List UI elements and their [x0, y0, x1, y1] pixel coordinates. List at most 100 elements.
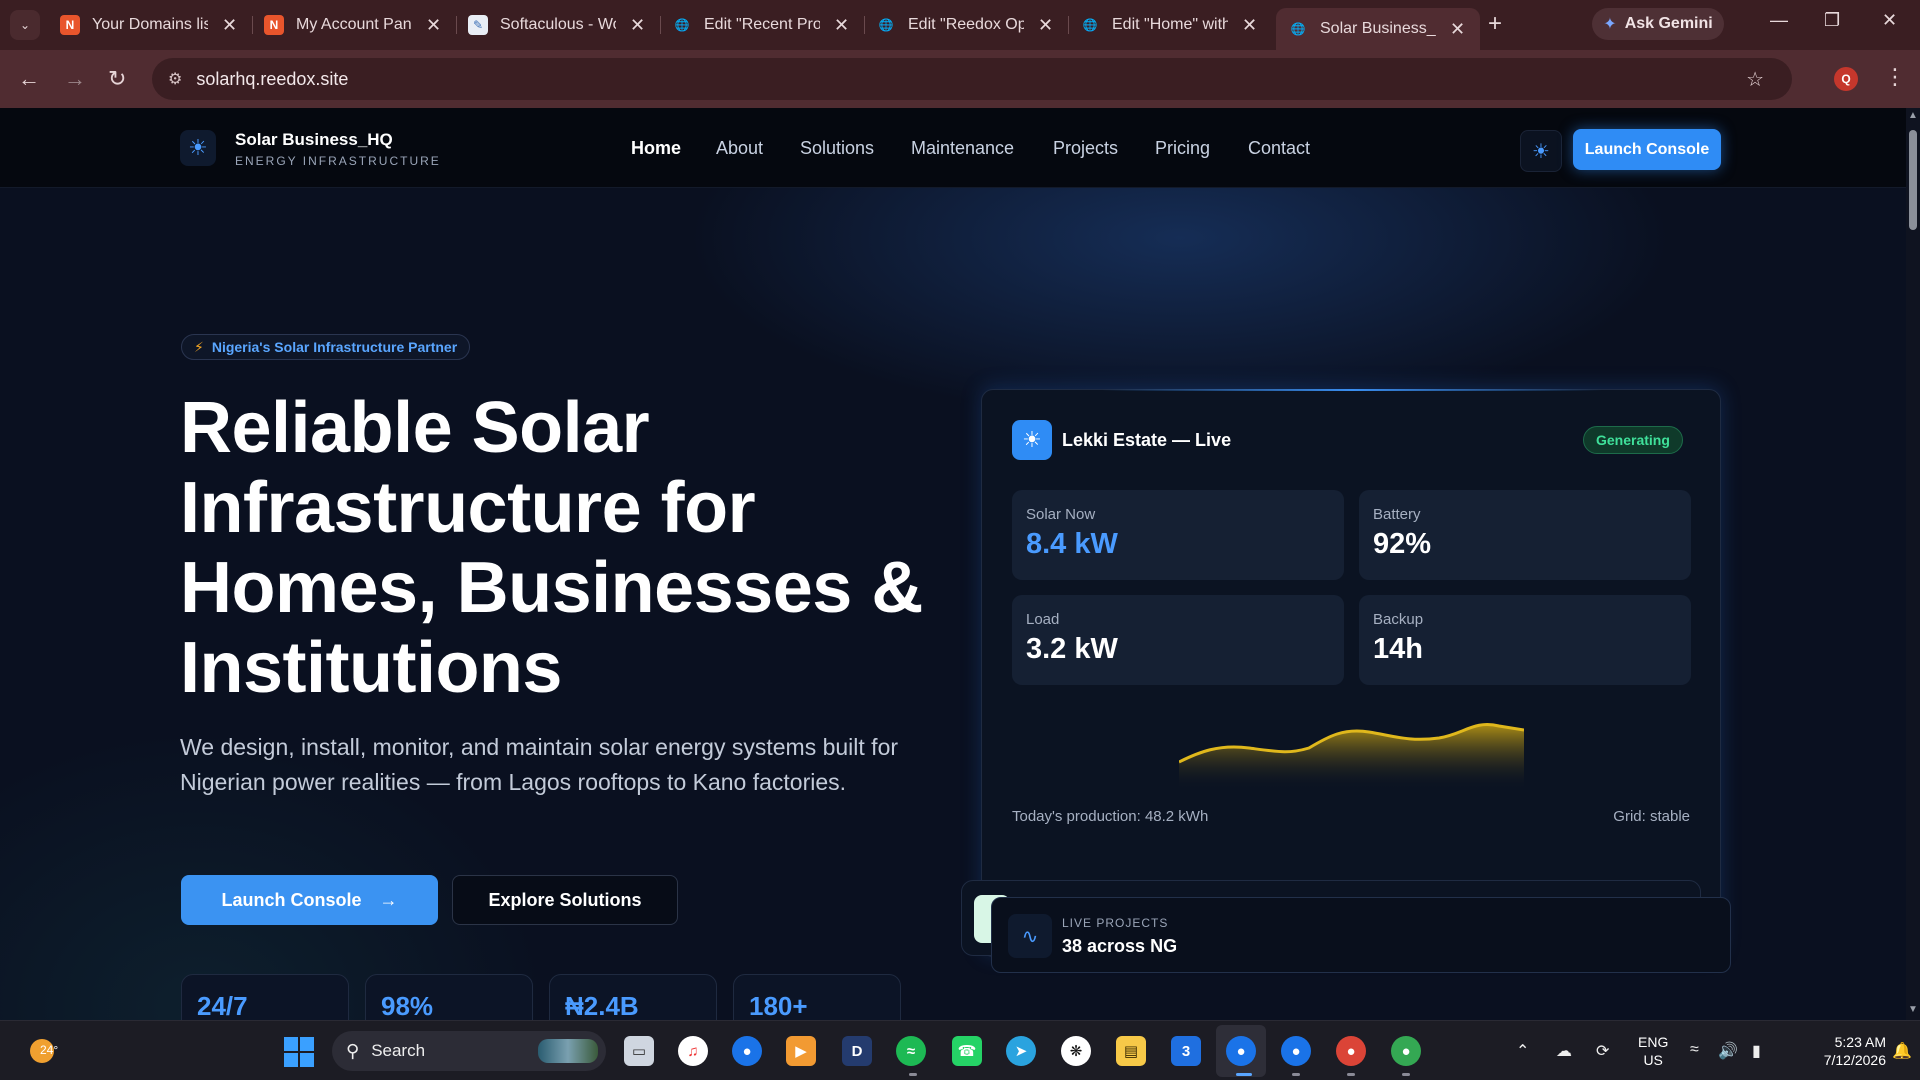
chrome-icon[interactable]: ●: [732, 1036, 762, 1066]
sync-icon[interactable]: ⟳: [1596, 1041, 1609, 1061]
minimize-icon[interactable]: —: [1770, 10, 1788, 31]
browser-tab[interactable]: 🌐 Edit "Recent Projects" ✕: [660, 8, 861, 42]
window-close-icon[interactable]: ✕: [1882, 10, 1897, 31]
running-indicator: [1236, 1073, 1252, 1076]
chrome-profile-icon[interactable]: ●: [1281, 1036, 1311, 1066]
battery-icon[interactable]: ▮: [1752, 1041, 1761, 1061]
button-label: Launch Console: [221, 889, 362, 910]
dispatch-icon[interactable]: D: [842, 1036, 872, 1066]
scroll-down-icon[interactable]: ▼: [1908, 1004, 1918, 1015]
stat-value: 180+: [749, 991, 808, 1020]
profile-avatar[interactable]: Q: [1834, 67, 1858, 91]
namecheap-icon: N: [264, 15, 284, 35]
sparkline-area: [1179, 724, 1524, 790]
nav-pricing[interactable]: Pricing: [1155, 138, 1210, 159]
browser-tab-active[interactable]: 🌐 Solar Business_HQ ✕: [1276, 8, 1480, 50]
app-3-icon[interactable]: 3: [1171, 1036, 1201, 1066]
site-header: ☀ Solar Business_HQ ENERGY INFRASTRUCTUR…: [0, 108, 1906, 188]
metric-value: 8.4 kW: [1026, 528, 1118, 560]
close-icon[interactable]: ✕: [1242, 15, 1257, 36]
weather-temp: 24°: [40, 1043, 59, 1057]
close-icon[interactable]: ✕: [222, 15, 237, 36]
production-text: Today's production: 48.2 kWh: [1012, 808, 1209, 825]
close-icon[interactable]: ✕: [1038, 15, 1053, 36]
itunes-icon[interactable]: ♫: [678, 1036, 708, 1066]
reload-icon[interactable]: ↻: [108, 66, 126, 92]
chatgpt-icon[interactable]: ❋: [1061, 1036, 1091, 1066]
metric-value: 92%: [1373, 528, 1432, 560]
url-text: solarhq.reedox.site: [196, 68, 349, 89]
metric-label: Solar Now: [1026, 506, 1096, 523]
chrome-profile-icon[interactable]: ●: [1336, 1036, 1366, 1066]
spotify-icon[interactable]: ≈: [896, 1036, 926, 1066]
wifi-icon[interactable]: ≈: [1690, 1041, 1699, 1059]
notification-bell-icon[interactable]: 🔔: [1892, 1041, 1912, 1061]
tab-title: Your Domains list: [92, 16, 208, 33]
sun-logo-icon[interactable]: ☀: [180, 130, 216, 166]
nav-about[interactable]: About: [716, 138, 763, 159]
bookmark-star-icon[interactable]: ☆: [1746, 67, 1764, 92]
nav-projects[interactable]: Projects: [1053, 138, 1118, 159]
site-info-icon[interactable]: ⚙: [168, 69, 182, 89]
address-bar[interactable]: ⚙ solarhq.reedox.site ☆: [152, 58, 1792, 100]
chrome-profile-icon[interactable]: ●: [1391, 1036, 1421, 1066]
close-icon[interactable]: ✕: [426, 15, 441, 36]
grid-status-text: Grid: stable: [1613, 808, 1690, 825]
browser-tab[interactable]: N Your Domains list ✕: [48, 8, 249, 42]
browser-tab[interactable]: 🌐 Edit "Reedox Operations" ✕: [864, 8, 1065, 42]
new-tab-icon[interactable]: +: [1488, 10, 1502, 38]
scroll-up-icon[interactable]: ▲: [1908, 110, 1918, 121]
task-view-icon[interactable]: ▭: [624, 1036, 654, 1066]
running-indicator: [909, 1073, 917, 1076]
whatsapp-icon[interactable]: ☎: [952, 1036, 982, 1066]
taskbar-search[interactable]: ⚲ Search: [332, 1031, 606, 1071]
sun-icon: ☀: [1012, 420, 1052, 460]
explore-solutions-button[interactable]: Explore Solutions: [452, 875, 678, 925]
clock-time: 5:23 AM: [1834, 1034, 1886, 1050]
chevron-up-icon[interactable]: ⌃: [1516, 1041, 1529, 1061]
close-icon[interactable]: ✕: [1450, 19, 1465, 40]
nav-home[interactable]: Home: [631, 138, 681, 159]
ask-gemini-button[interactable]: ✦ Ask Gemini: [1592, 8, 1724, 40]
browser-menu-icon[interactable]: ⋮: [1884, 64, 1906, 90]
brand-tagline: ENERGY INFRASTRUCTURE: [235, 154, 441, 168]
chrome-profile-icon[interactable]: ●: [1226, 1036, 1256, 1066]
language-indicator[interactable]: ENG US: [1638, 1033, 1668, 1069]
onedrive-offline-icon[interactable]: ☁: [1556, 1041, 1572, 1061]
page-scrollbar[interactable]: ▲ ▼: [1906, 108, 1920, 1020]
launch-console-button[interactable]: Launch Console: [1573, 129, 1721, 170]
nav-solutions[interactable]: Solutions: [800, 138, 874, 159]
weather-widget[interactable]: 24°: [30, 1031, 60, 1063]
windows-start-icon[interactable]: [284, 1037, 314, 1067]
theme-toggle-button[interactable]: ☀: [1520, 130, 1562, 172]
scrollbar-thumb[interactable]: [1909, 130, 1917, 230]
nav-maintenance[interactable]: Maintenance: [911, 138, 1014, 159]
metric-solar-now: Solar Now 8.4 kW: [1012, 490, 1344, 580]
browser-tab[interactable]: ✎ Softaculous - WordPress ✕: [456, 8, 657, 42]
tab-search-button[interactable]: ⌄: [10, 10, 40, 40]
volume-icon[interactable]: 🔊: [1718, 1041, 1738, 1061]
media-player-icon[interactable]: ▶: [786, 1036, 816, 1066]
running-indicator: [1292, 1073, 1300, 1076]
live-card-title: Lekki Estate — Live: [1062, 430, 1232, 450]
windows-taskbar: 24° ⚲ Search ▭ ♫ ● ▶ D ≈ ☎ ➤ ❋ ▤ 3 ● ● ●…: [0, 1020, 1920, 1080]
nav-contact[interactable]: Contact: [1248, 138, 1310, 159]
hero-subtitle: We design, install, monitor, and maintai…: [180, 734, 899, 795]
restore-icon[interactable]: ❐: [1824, 10, 1840, 31]
brand-name[interactable]: Solar Business_HQ: [235, 130, 393, 150]
hero-launch-console-button[interactable]: Launch Console →: [181, 875, 438, 925]
running-indicator: [1402, 1073, 1410, 1076]
file-explorer-icon[interactable]: ▤: [1116, 1036, 1146, 1066]
telegram-icon[interactable]: ➤: [1006, 1036, 1036, 1066]
close-icon[interactable]: ✕: [834, 15, 849, 36]
hero-badge: ⚡ Nigeria's Solar Infrastructure Partner: [181, 334, 471, 360]
forward-icon[interactable]: →: [64, 66, 86, 92]
browser-tab[interactable]: N My Account Panel ✕: [252, 8, 453, 42]
tab-title: My Account Panel: [296, 16, 412, 33]
search-icon: ⚲: [346, 1040, 360, 1061]
system-clock[interactable]: 5:23 AM 7/12/2026: [1796, 1033, 1886, 1069]
close-icon[interactable]: ✕: [630, 15, 645, 36]
back-icon[interactable]: ←: [18, 66, 40, 92]
stat-card: 24/7: [181, 974, 349, 1020]
browser-tab[interactable]: 🌐 Edit "Home" with Elementor ✕: [1068, 8, 1269, 42]
